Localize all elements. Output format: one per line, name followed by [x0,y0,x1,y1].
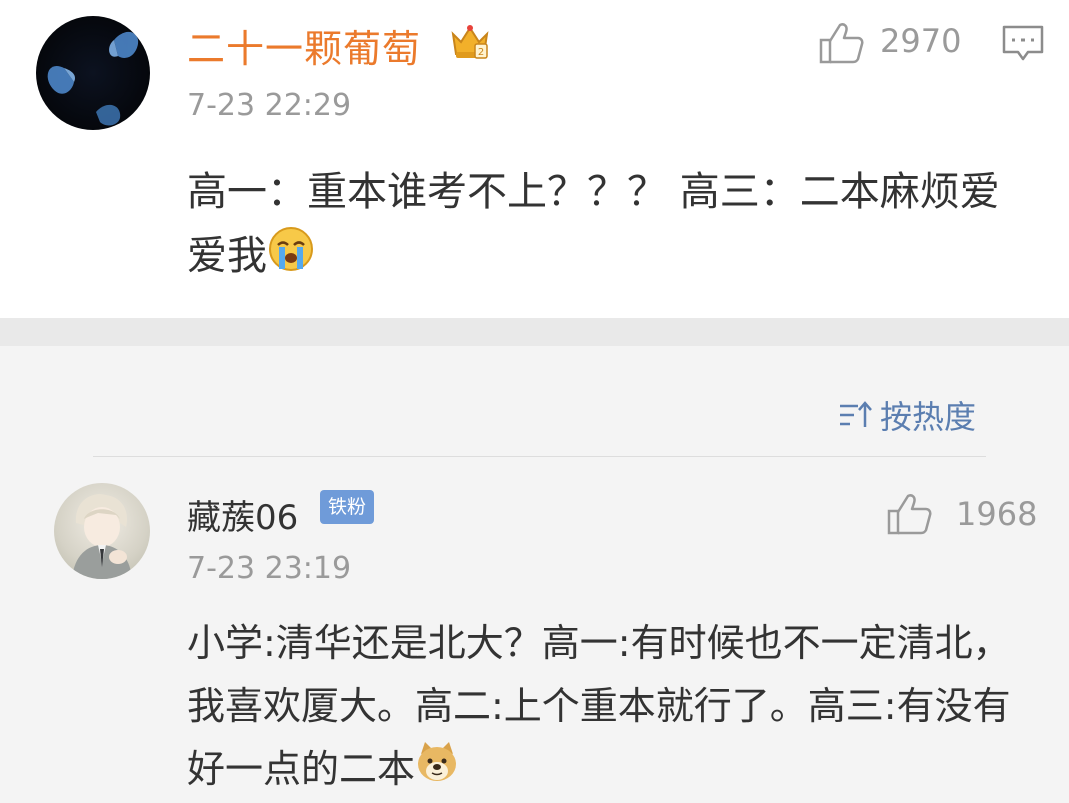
fan-badge: 铁粉 [320,490,374,524]
like-count: 1968 [956,495,1038,533]
svg-text:2: 2 [478,47,484,58]
doge-emoji [415,740,459,803]
avatar[interactable] [36,16,150,130]
username[interactable]: 二十一颗葡萄 [187,18,421,73]
avatar[interactable] [54,483,150,579]
comment-body: 小学:清华还是北大？高一:有时候也不一定清北，我喜欢厦大。高二:上个重本就行了。… [187,621,1011,791]
thumbs-up-icon [819,23,864,64]
section-divider [0,318,1069,346]
crying-face-emoji [267,225,315,292]
comment-text: 高一：重本谁考不上？？？ 高三：二本麻烦爱爱我 [187,160,1037,292]
reply-button[interactable] [1001,24,1045,68]
comment-bubble-icon [1002,25,1044,61]
comment-text: 小学:清华还是北大？高一:有时候也不一定清北，我喜欢厦大。高二:上个重本就行了。… [187,612,1017,803]
like-button[interactable] [818,21,864,69]
thumbs-up-icon [887,494,932,535]
like-count: 2970 [880,22,962,60]
sort-label: 按热度 [880,398,977,436]
butterfly-image [47,31,139,126]
like-button[interactable] [886,492,932,540]
timestamp: 7-23 23:19 [187,551,352,586]
timestamp: 7-23 22:29 [187,88,352,123]
sort-toggle[interactable]: 按热度 [838,392,976,438]
vip-crown-icon: 2 [449,20,491,66]
sort-icon [840,401,872,427]
username[interactable]: 藏蔟06 [187,490,298,539]
divider-line [93,456,986,457]
anime-character-image [72,494,132,579]
